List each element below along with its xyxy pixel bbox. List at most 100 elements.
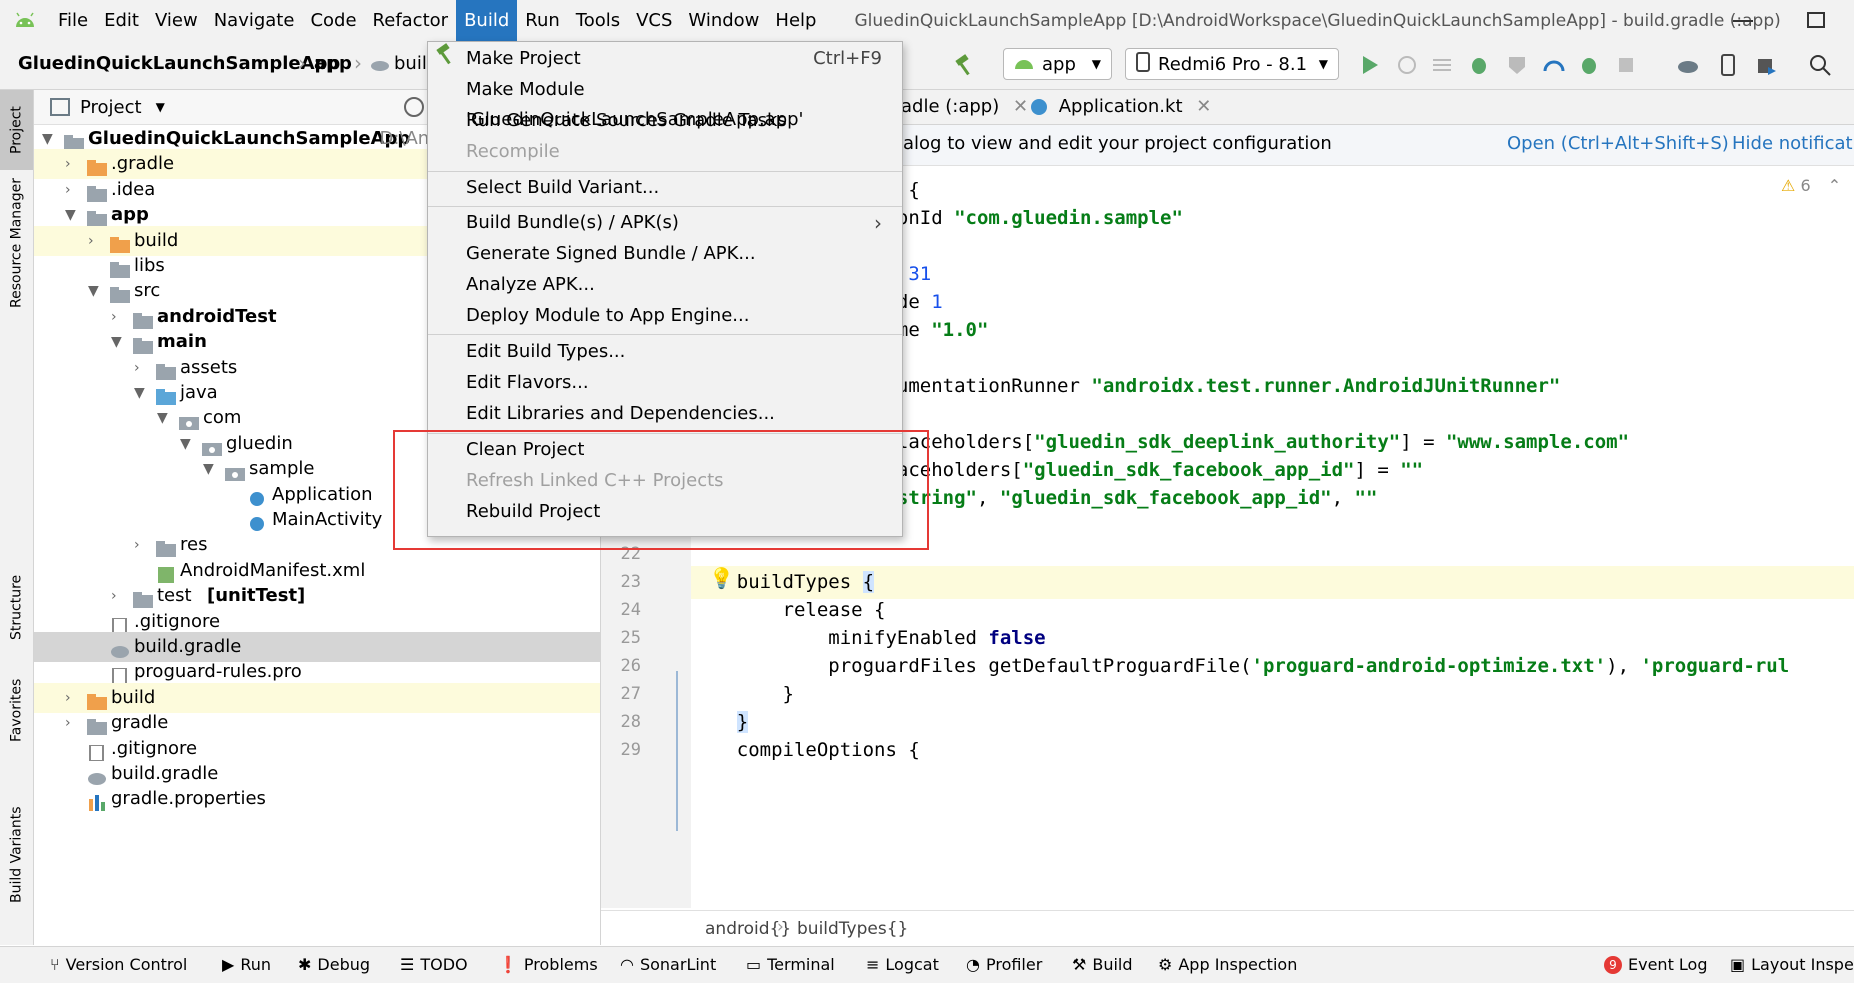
code-breadcrumb-bar: android{} › buildTypes{} (601, 910, 1854, 947)
tool-sonarlint-label: SonarLint (639, 955, 717, 974)
menu-item-run-generate-sources[interactable]: Run Generate Sources Gradle Tasks (428, 106, 902, 136)
breadcrumb-module[interactable]: app (314, 53, 352, 74)
menu-item-analyze-apk[interactable]: Analyze APK... (428, 270, 902, 300)
folder-icon (133, 588, 153, 609)
close-icon[interactable]: ✕ (1013, 96, 1028, 117)
file-icon (110, 664, 130, 686)
apply-changes-icon[interactable] (1395, 53, 1419, 77)
open-project-structure-link[interactable]: Open (Ctrl+Alt+Shift+S) (1507, 133, 1729, 154)
hammer-icon[interactable] (953, 53, 977, 77)
minimize-icon[interactable] (1733, 20, 1753, 22)
tool-tab-build-variants[interactable]: Build Variants (0, 790, 33, 920)
menu-item-edit-flavors[interactable]: Edit Flavors... (428, 368, 902, 398)
tab-build-gradle[interactable]: adle (:app) ✕ (901, 90, 1028, 124)
tool-tab-structure[interactable]: Structure (0, 560, 33, 655)
menu-vcs[interactable]: VCS (628, 0, 680, 41)
chevron-down-icon: ▼ (1091, 57, 1101, 71)
hide-notification-link[interactable]: Hide notificatio (1732, 133, 1854, 154)
tool-tab-project[interactable]: Project (0, 90, 33, 170)
chevron-down-icon[interactable]: ▼ (156, 100, 165, 114)
tree-row[interactable]: gradle.properties (34, 784, 600, 814)
project-panel-title[interactable]: Project (80, 97, 142, 118)
tool-problems[interactable]: ❗ Problems (498, 947, 598, 983)
folder-orange-icon (87, 156, 107, 177)
menu-help[interactable]: Help (767, 0, 824, 41)
menu-bar: File Edit View Navigate Code Refactor Bu… (0, 0, 1854, 41)
menu-item-edit-libraries[interactable]: Edit Libraries and Dependencies... (428, 399, 902, 429)
locate-icon[interactable] (404, 97, 424, 117)
tool-todo[interactable]: ☰ TODO (400, 947, 468, 983)
menu-item-label: Select Build Variant... (466, 177, 660, 198)
tool-event-log[interactable]: 9 Event Log (1604, 947, 1708, 983)
profiler-icon[interactable] (1542, 53, 1566, 77)
menu-view[interactable]: View (147, 0, 206, 41)
menu-build[interactable]: Build (456, 0, 518, 41)
tool-logcat[interactable]: ≡ Logcat (866, 947, 939, 983)
package-icon (202, 436, 222, 456)
tool-profiler[interactable]: ◔ Profiler (966, 947, 1042, 983)
menu-item-edit-build-types[interactable]: Edit Build Types... (428, 337, 902, 367)
restore-icon[interactable] (1807, 12, 1825, 28)
stop-icon[interactable] (1614, 53, 1638, 77)
kotlin-icon (248, 487, 268, 506)
sync-gradle-icon[interactable] (1676, 53, 1700, 77)
tool-version-control[interactable]: ⑂ Version Control (50, 947, 187, 983)
menu-item-make-module[interactable]: Make Module 'GluedinQuickLaunchSampleApp… (428, 75, 902, 130)
menu-run[interactable]: Run (517, 0, 568, 41)
tool-terminal[interactable]: ▭ Terminal (746, 947, 835, 983)
lightbulb-icon[interactable]: 💡 (709, 566, 734, 590)
debug-icon[interactable] (1467, 53, 1491, 77)
menu-item-generate-signed-bundle[interactable]: Generate Signed Bundle / APK... (428, 239, 902, 269)
device-dropdown[interactable]: Redmi6 Pro - 8.1 ▼ (1125, 48, 1339, 80)
chevron-right-icon: › (777, 917, 784, 937)
bug-icon: ✱ (298, 955, 312, 974)
chevron-right-icon: › (298, 51, 306, 75)
run-config-label: app (1042, 53, 1076, 75)
avd-manager-icon[interactable] (1716, 53, 1740, 77)
tool-problems-label: Problems (523, 955, 598, 974)
menu-item-make-project[interactable]: Make Project Ctrl+F9 (428, 44, 902, 74)
tool-layout-inspector[interactable]: ▣ Layout Inspect (1730, 947, 1854, 983)
attach-debugger-icon[interactable] (1577, 53, 1601, 77)
close-icon[interactable]: ✕ (1196, 96, 1211, 117)
breadcrumb-file[interactable]: buil (394, 53, 427, 74)
breadcrumb-project[interactable]: GluedinQuickLaunchSampleApp (18, 53, 340, 74)
menu-code[interactable]: Code (302, 0, 364, 41)
gradle-icon (110, 639, 130, 658)
module-icon (87, 207, 107, 228)
menu-item-label: Deploy Module to App Engine... (466, 305, 750, 326)
tab-application-kt-label: Application.kt (1058, 96, 1183, 117)
menu-window[interactable]: Window (680, 0, 767, 41)
folder-icon (110, 283, 130, 304)
menu-file[interactable]: File (50, 0, 96, 41)
menu-tools[interactable]: Tools (568, 0, 628, 41)
tab-application-kt[interactable]: Application.kt ✕ (1031, 90, 1211, 124)
coverage-icon[interactable] (1505, 53, 1529, 77)
tool-tab-resource-manager[interactable]: Resource Manager (0, 175, 33, 310)
tool-sonarlint[interactable]: ◠ SonarLint (620, 947, 716, 983)
folder-icon (87, 715, 107, 736)
tool-build[interactable]: ⚒ Build (1072, 947, 1133, 983)
tool-run[interactable]: ▶ Run (222, 947, 271, 983)
menu-navigate[interactable]: Navigate (206, 0, 303, 41)
sdk-manager-icon[interactable] (1754, 53, 1778, 77)
tool-build-label: Build (1092, 955, 1133, 974)
menu-item-deploy-module[interactable]: Deploy Module to App Engine... (428, 301, 902, 331)
tool-terminal-label: Terminal (767, 955, 835, 974)
tool-app-inspection[interactable]: ⚙ App Inspection (1158, 947, 1297, 983)
tool-tab-favorites-label: Favorites (8, 678, 25, 742)
run-icon[interactable] (1358, 53, 1382, 77)
menu-item-select-build-variant[interactable]: Select Build Variant... (428, 173, 902, 203)
apply-code-changes-icon[interactable] (1430, 53, 1454, 77)
chevron-right-icon: › (874, 211, 882, 235)
code-breadcrumb-buildtypes[interactable]: buildTypes{} (797, 919, 908, 939)
tool-run-label: Run (240, 955, 271, 974)
search-icon[interactable] (1808, 53, 1832, 77)
run-config-dropdown[interactable]: app ▼ (1003, 48, 1112, 80)
menu-edit[interactable]: Edit (96, 0, 147, 41)
menu-refactor[interactable]: Refactor (365, 0, 457, 41)
tool-debug[interactable]: ✱ Debug (298, 947, 370, 983)
menu-item-build-bundles-apks[interactable]: Build Bundle(s) / APK(s) › (428, 208, 902, 238)
tool-tab-favorites[interactable]: Favorites (0, 665, 33, 755)
module-icon (64, 131, 84, 151)
